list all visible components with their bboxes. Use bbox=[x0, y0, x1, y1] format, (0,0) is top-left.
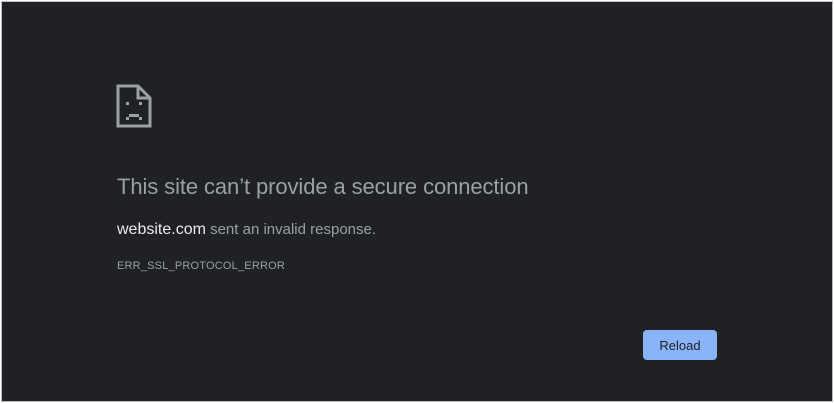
error-message-suffix: sent an invalid response. bbox=[205, 221, 377, 238]
error-message: website.com sent an invalid response. bbox=[117, 221, 376, 239]
error-host: website.com bbox=[117, 221, 206, 238]
reload-button[interactable]: Reload bbox=[643, 330, 717, 360]
sad-page-icon bbox=[116, 84, 152, 128]
error-code: ERR_SSL_PROTOCOL_ERROR bbox=[117, 260, 286, 272]
error-title: This site can’t provide a secure connect… bbox=[117, 174, 529, 199]
browser-content-area: This site can’t provide a secure connect… bbox=[1, 1, 833, 402]
